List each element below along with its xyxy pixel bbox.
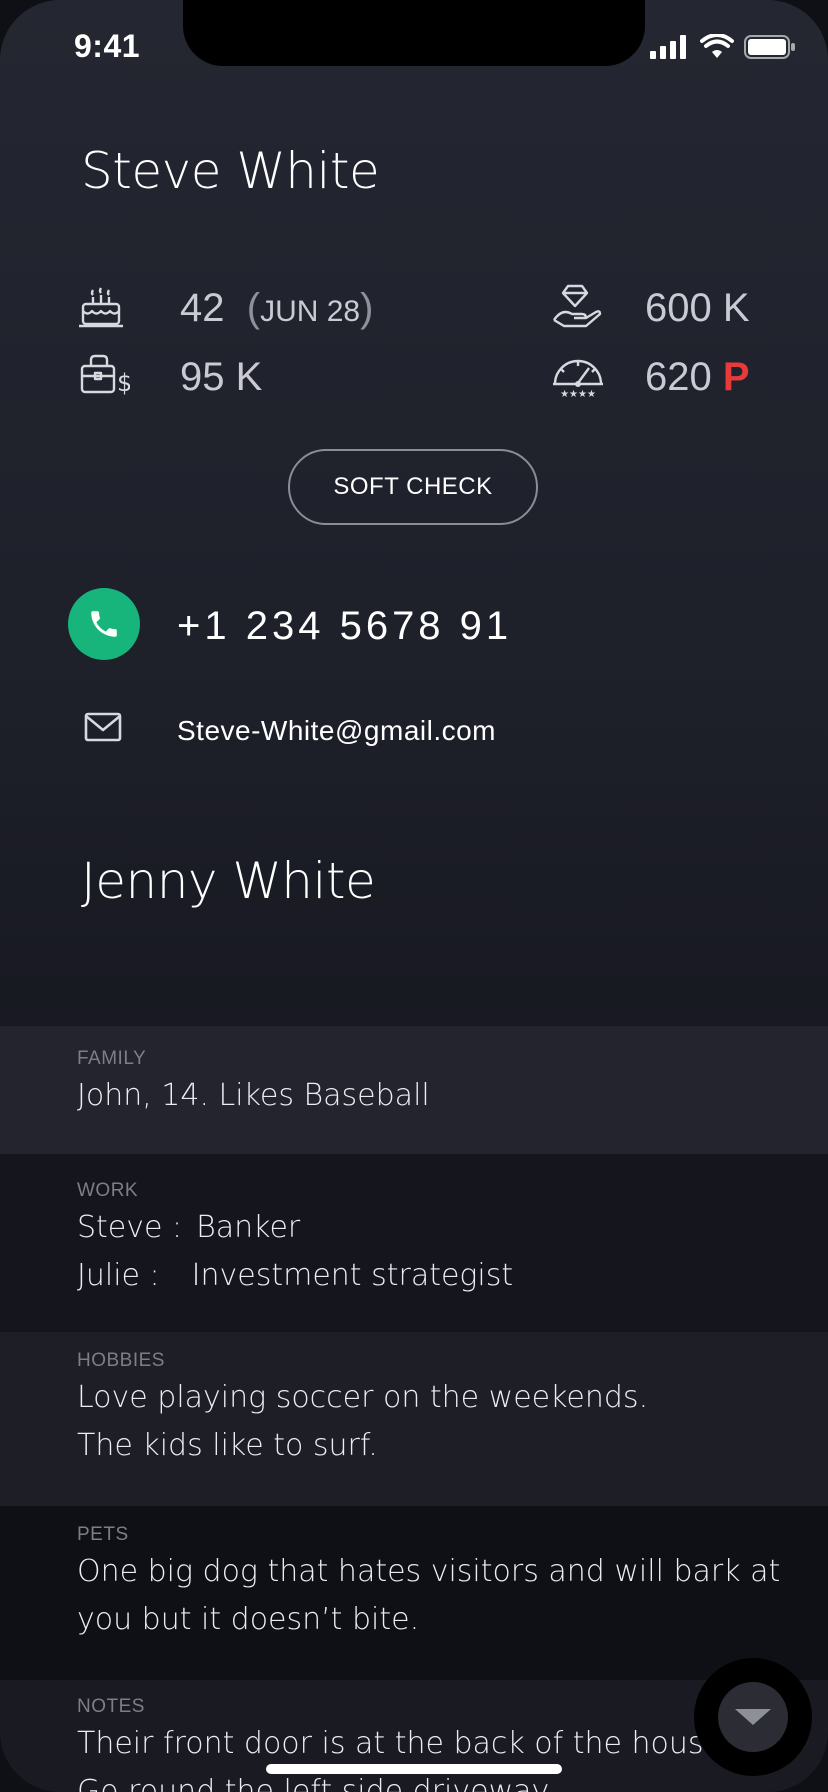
mail-icon bbox=[84, 712, 122, 742]
phone-icon bbox=[91, 611, 117, 637]
home-indicator[interactable] bbox=[266, 1764, 562, 1774]
work-key: Julie : bbox=[77, 1258, 160, 1293]
age-value: 42 (JUN 28) bbox=[180, 286, 373, 331]
status-time: 9:41 bbox=[74, 28, 141, 64]
work-line: Steve : Banker bbox=[77, 1204, 828, 1252]
hobbies-section: HOBBIES Love playing soccer on the weeke… bbox=[0, 1332, 828, 1506]
pets-text: One big dog that hates visitors and will… bbox=[77, 1548, 828, 1644]
pets-label: PETS bbox=[77, 1524, 129, 1545]
birthday-paren: ( bbox=[235, 286, 261, 330]
work-lines: Steve : Banker Julie : Investment strate… bbox=[77, 1204, 828, 1300]
svg-text:★★★★: ★★★★ bbox=[560, 389, 596, 398]
birthday-paren-close: ) bbox=[360, 286, 374, 330]
credit-score: 620 bbox=[645, 355, 712, 399]
secondary-contact-name: Jenny White bbox=[81, 852, 376, 910]
call-button[interactable] bbox=[68, 588, 140, 660]
soft-check-button[interactable]: SOFT CHECK bbox=[288, 449, 538, 525]
credit-flag: P bbox=[722, 355, 750, 399]
work-key: Steve : bbox=[77, 1210, 183, 1245]
collapse-button-inner bbox=[718, 1682, 788, 1752]
pets-section: PETS One big dog that hates visitors and… bbox=[0, 1506, 828, 1680]
battery-icon bbox=[744, 35, 795, 59]
pets-line: One big dog that hates visitors and will… bbox=[77, 1554, 781, 1589]
work-label: WORK bbox=[77, 1180, 139, 1201]
diamond-hand-icon bbox=[553, 284, 602, 328]
email-address[interactable]: Steve-White@gmail.com bbox=[177, 715, 496, 747]
income-value: 95 K bbox=[180, 355, 263, 399]
work-value: Investment strategist bbox=[191, 1258, 514, 1293]
collapse-button[interactable] bbox=[694, 1658, 812, 1776]
wifi-icon bbox=[700, 34, 734, 58]
hobbies-text: Love playing soccer on the weekends. The… bbox=[77, 1374, 828, 1470]
family-section: FAMILY John, 14. Likes Baseball bbox=[0, 1026, 828, 1154]
briefcase-dollar-icon: $ bbox=[80, 354, 130, 396]
credit-gauge-icon: ★★★★ bbox=[553, 359, 603, 398]
signal-icon bbox=[650, 35, 686, 59]
birthday: JUN 28 bbox=[260, 295, 361, 328]
svg-text:$: $ bbox=[117, 369, 130, 396]
contact-name: Steve White bbox=[81, 142, 380, 200]
work-section: WORK Steve : Banker Julie : Investment s… bbox=[0, 1154, 828, 1332]
work-value: Banker bbox=[196, 1210, 301, 1245]
chevron-down-icon bbox=[735, 1709, 771, 1725]
pets-line: you but it doesn’t bite. bbox=[77, 1602, 420, 1637]
birthday-cake-icon bbox=[79, 287, 123, 328]
status-icons bbox=[650, 34, 796, 60]
device-notch bbox=[183, 0, 645, 66]
credit-value: 620 P bbox=[645, 355, 750, 400]
age: 42 bbox=[180, 286, 225, 330]
phone-number[interactable]: +1 234 5678 91 bbox=[177, 604, 512, 649]
family-text: John, 14. Likes Baseball bbox=[77, 1078, 430, 1113]
hobbies-line: The kids like to surf. bbox=[77, 1428, 378, 1463]
hobbies-line: Love playing soccer on the weekends. bbox=[77, 1380, 649, 1415]
work-line: Julie : Investment strategist bbox=[77, 1252, 828, 1300]
hobbies-label: HOBBIES bbox=[77, 1350, 165, 1371]
net-worth-value: 600 K bbox=[645, 286, 750, 330]
family-label: FAMILY bbox=[77, 1048, 147, 1069]
contact-screen: 9:41 Steve White 42 (JUN 28) $ 95 K 600 … bbox=[0, 0, 828, 1792]
